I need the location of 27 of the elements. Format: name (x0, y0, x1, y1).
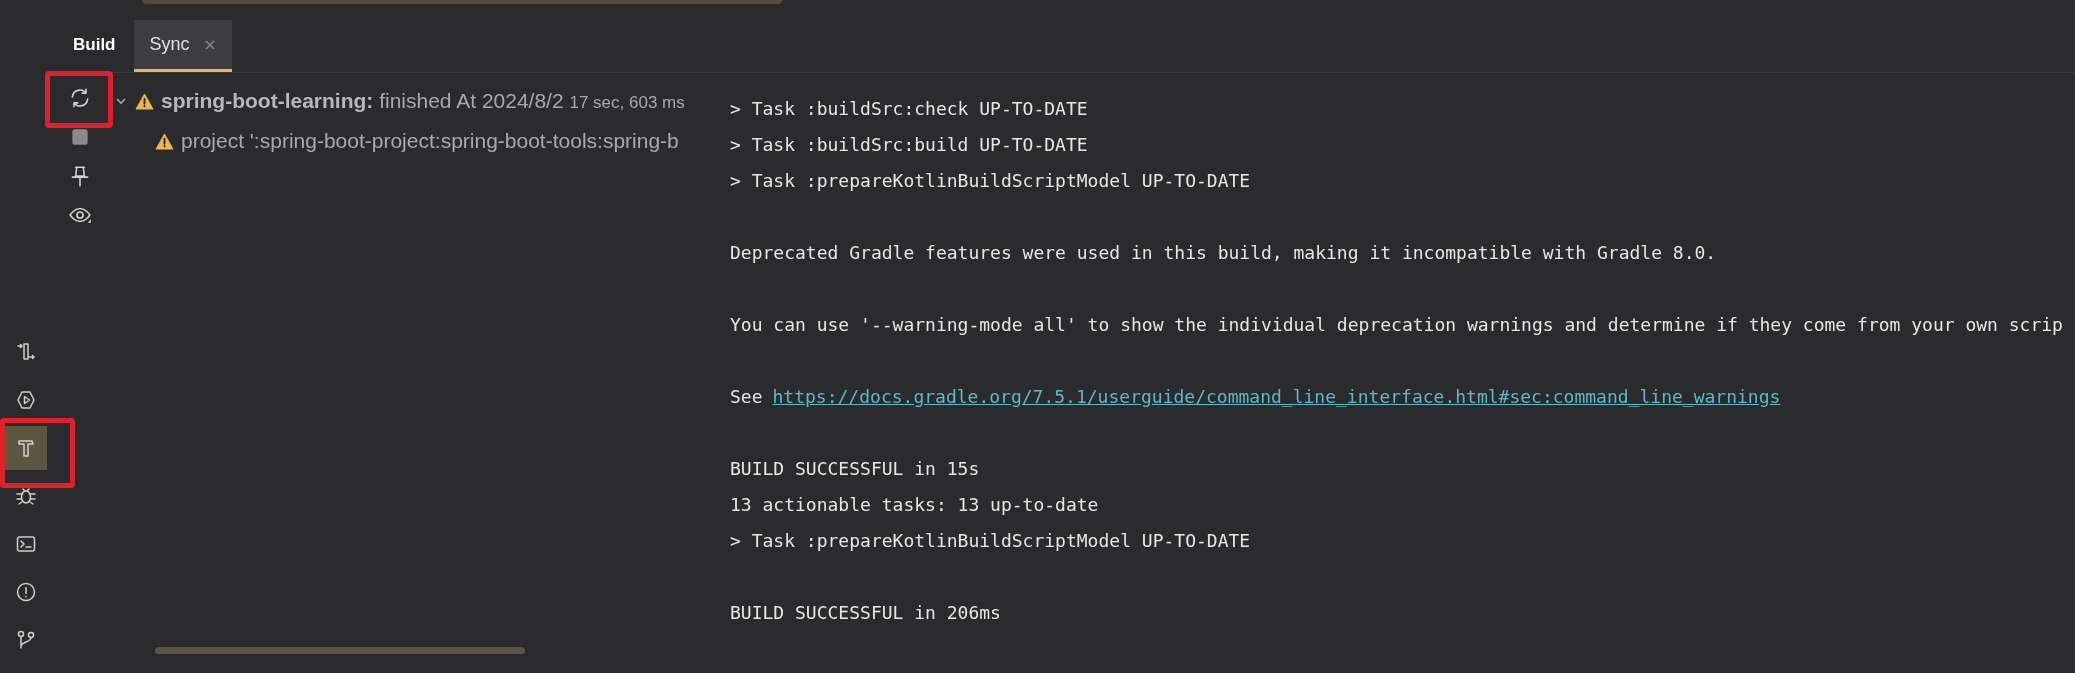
console-line: BUILD SUCCESSFUL in 15s (730, 456, 980, 481)
warning-circle-icon (15, 581, 37, 603)
highlight-box (45, 71, 113, 128)
console-line: Deprecated Gradle features were used in this build, making it incompatible with Gradle 8.0. (730, 240, 1717, 265)
console-line: > Task :buildSrc:build UP-TO-DATE (730, 132, 1088, 157)
tab[interactable]: Build (55, 20, 134, 72)
tree-item[interactable]: spring-boot-learning: finished At 2024/8/2 17 sec, 603 ms (161, 85, 685, 117)
link[interactable]: https://docs.gradle.org/7.5.1/userguide/command_line_interface.html#sec:command_line_warnings (772, 382, 1781, 410)
horizontal-scrollbar[interactable] (155, 647, 525, 654)
run-icon (15, 389, 37, 411)
console-line: BUILD SUCCESSFUL in 206ms (730, 600, 1001, 625)
terminal-icon (15, 533, 37, 555)
bug-icon (15, 485, 37, 507)
scrollbar-thumb[interactable] (142, 0, 782, 4)
console-line: > Task :prepareKotlinBuildScriptModel UP-TO-DATE (730, 168, 1251, 193)
console-line: > Task :prepareKotlinBuildScriptModel UP-TO-DATE (730, 528, 1251, 553)
console-line: 13 actionable tasks: 13 up-to-date (730, 492, 1099, 517)
chevron-icon[interactable] (115, 95, 127, 107)
console-line: You can use '--warning-mode all' to show the individual deprecation warnings and determine if they come from your own scrip (730, 312, 2063, 337)
deploy-icon (15, 341, 37, 363)
console-text: See (730, 384, 763, 409)
console-line: > Task :buildSrc:check UP-TO-DATE (730, 96, 1088, 121)
branch-icon (15, 629, 37, 651)
hammer-icon (15, 437, 37, 459)
close-icon[interactable] (203, 38, 216, 51)
tree-item[interactable]: project ':spring-boot-project:spring-boot-tools:spring-b (181, 125, 679, 157)
tab[interactable]: Sync (133, 20, 232, 72)
